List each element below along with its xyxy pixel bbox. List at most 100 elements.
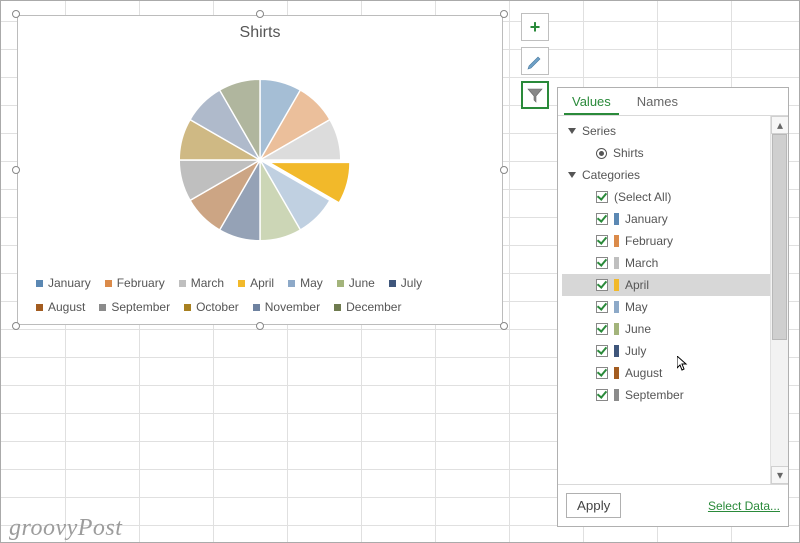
category-color-icon — [614, 345, 619, 357]
scroll-up-button[interactable]: ▴ — [771, 116, 788, 134]
category-row-august[interactable]: August — [562, 362, 770, 384]
chart-filter-pane: Values Names Series Shirts Categories (S… — [557, 87, 789, 527]
chart-filters-button[interactable] — [521, 81, 549, 109]
brush-icon — [526, 52, 544, 70]
legend-label: October — [196, 300, 239, 314]
select-data-link[interactable]: Select Data... — [708, 499, 780, 513]
legend-swatch — [288, 280, 295, 287]
legend-swatch — [105, 280, 112, 287]
checkbox-icon — [596, 235, 608, 247]
funnel-icon — [527, 87, 543, 103]
category-color-icon — [614, 213, 619, 225]
collapse-icon — [568, 128, 576, 134]
legend-label: April — [250, 276, 274, 290]
categories-label: Categories — [582, 168, 640, 182]
resize-handle[interactable] — [500, 166, 508, 174]
category-color-icon — [614, 367, 619, 379]
series-option-shirts[interactable]: Shirts — [562, 142, 770, 164]
resize-handle[interactable] — [500, 322, 508, 330]
legend-item[interactable]: July — [389, 276, 422, 290]
legend-item[interactable]: May — [288, 276, 323, 290]
category-row-february[interactable]: February — [562, 230, 770, 252]
legend-item[interactable]: November — [253, 300, 320, 314]
filter-footer: Apply Select Data... — [558, 484, 788, 526]
chart-element-buttons: + — [521, 13, 549, 109]
legend-label: July — [401, 276, 422, 290]
select-all-row[interactable]: (Select All) — [562, 186, 770, 208]
legend-swatch — [238, 280, 245, 287]
legend-item[interactable]: October — [184, 300, 239, 314]
legend-item[interactable]: April — [238, 276, 274, 290]
legend-label: November — [265, 300, 320, 314]
checkbox-icon — [596, 389, 608, 401]
category-row-september[interactable]: September — [562, 384, 770, 406]
category-label: March — [625, 256, 658, 270]
scroll-thumb[interactable] — [772, 134, 787, 340]
resize-handle[interactable] — [12, 166, 20, 174]
category-color-icon — [614, 301, 619, 313]
resize-handle[interactable] — [12, 322, 20, 330]
category-label: February — [625, 234, 673, 248]
legend-item[interactable]: January — [36, 276, 91, 290]
legend-item[interactable]: August — [36, 300, 85, 314]
legend-swatch — [334, 304, 341, 311]
categories-node[interactable]: Categories — [562, 164, 770, 186]
chart-area[interactable]: Shirts JanuaryFebruaryMarchAprilMayJuneJ… — [17, 15, 503, 325]
category-color-icon — [614, 323, 619, 335]
legend-swatch — [337, 280, 344, 287]
tab-names[interactable]: Names — [629, 88, 686, 115]
chart-elements-button[interactable]: + — [521, 13, 549, 41]
collapse-icon — [568, 172, 576, 178]
legend-label: December — [346, 300, 401, 314]
category-row-may[interactable]: May — [562, 296, 770, 318]
scroll-track[interactable] — [771, 134, 788, 466]
scroll-down-button[interactable]: ▾ — [771, 466, 788, 484]
legend-swatch — [253, 304, 260, 311]
category-row-january[interactable]: January — [562, 208, 770, 230]
filter-tree: Series Shirts Categories (Select All) Ja… — [558, 116, 788, 484]
resize-handle[interactable] — [500, 10, 508, 18]
apply-button[interactable]: Apply — [566, 493, 621, 518]
checkbox-icon — [596, 279, 608, 291]
checkbox-icon — [596, 257, 608, 269]
resize-handle[interactable] — [12, 10, 20, 18]
category-color-icon — [614, 235, 619, 247]
legend-item[interactable]: December — [334, 300, 401, 314]
legend-swatch — [99, 304, 106, 311]
category-label: September — [625, 388, 684, 402]
checkbox-icon — [596, 345, 608, 357]
category-row-april[interactable]: April — [562, 274, 770, 296]
scrollbar[interactable]: ▴ ▾ — [770, 116, 788, 484]
checkbox-icon — [596, 213, 608, 225]
filter-tabs: Values Names — [558, 88, 788, 116]
category-row-march[interactable]: March — [562, 252, 770, 274]
resize-handle[interactable] — [256, 10, 264, 18]
legend-swatch — [36, 280, 43, 287]
chart-container[interactable]: Shirts JanuaryFebruaryMarchAprilMayJuneJ… — [7, 5, 513, 335]
legend-swatch — [36, 304, 43, 311]
category-row-july[interactable]: July — [562, 340, 770, 362]
pie-chart[interactable] — [165, 65, 355, 255]
legend-item[interactable]: June — [337, 276, 375, 290]
checkbox-icon — [596, 323, 608, 335]
category-color-icon — [614, 257, 619, 269]
legend-item[interactable]: February — [105, 276, 165, 290]
legend-label: September — [111, 300, 170, 314]
legend: January February March April May June July Augu… — [28, 272, 492, 320]
checkbox-icon — [596, 191, 608, 203]
legend-item[interactable]: September — [99, 300, 170, 314]
checkbox-icon — [596, 301, 608, 313]
category-row-june[interactable]: June — [562, 318, 770, 340]
legend-swatch — [389, 280, 396, 287]
select-all-label: (Select All) — [614, 190, 671, 204]
series-option-label: Shirts — [613, 146, 644, 160]
series-node[interactable]: Series — [562, 120, 770, 142]
legend-label: June — [349, 276, 375, 290]
legend-item[interactable]: March — [179, 276, 224, 290]
legend-label: March — [191, 276, 224, 290]
chart-styles-button[interactable] — [521, 47, 549, 75]
tab-values[interactable]: Values — [564, 88, 619, 115]
radio-icon — [596, 148, 607, 159]
resize-handle[interactable] — [256, 322, 264, 330]
legend-label: February — [117, 276, 165, 290]
